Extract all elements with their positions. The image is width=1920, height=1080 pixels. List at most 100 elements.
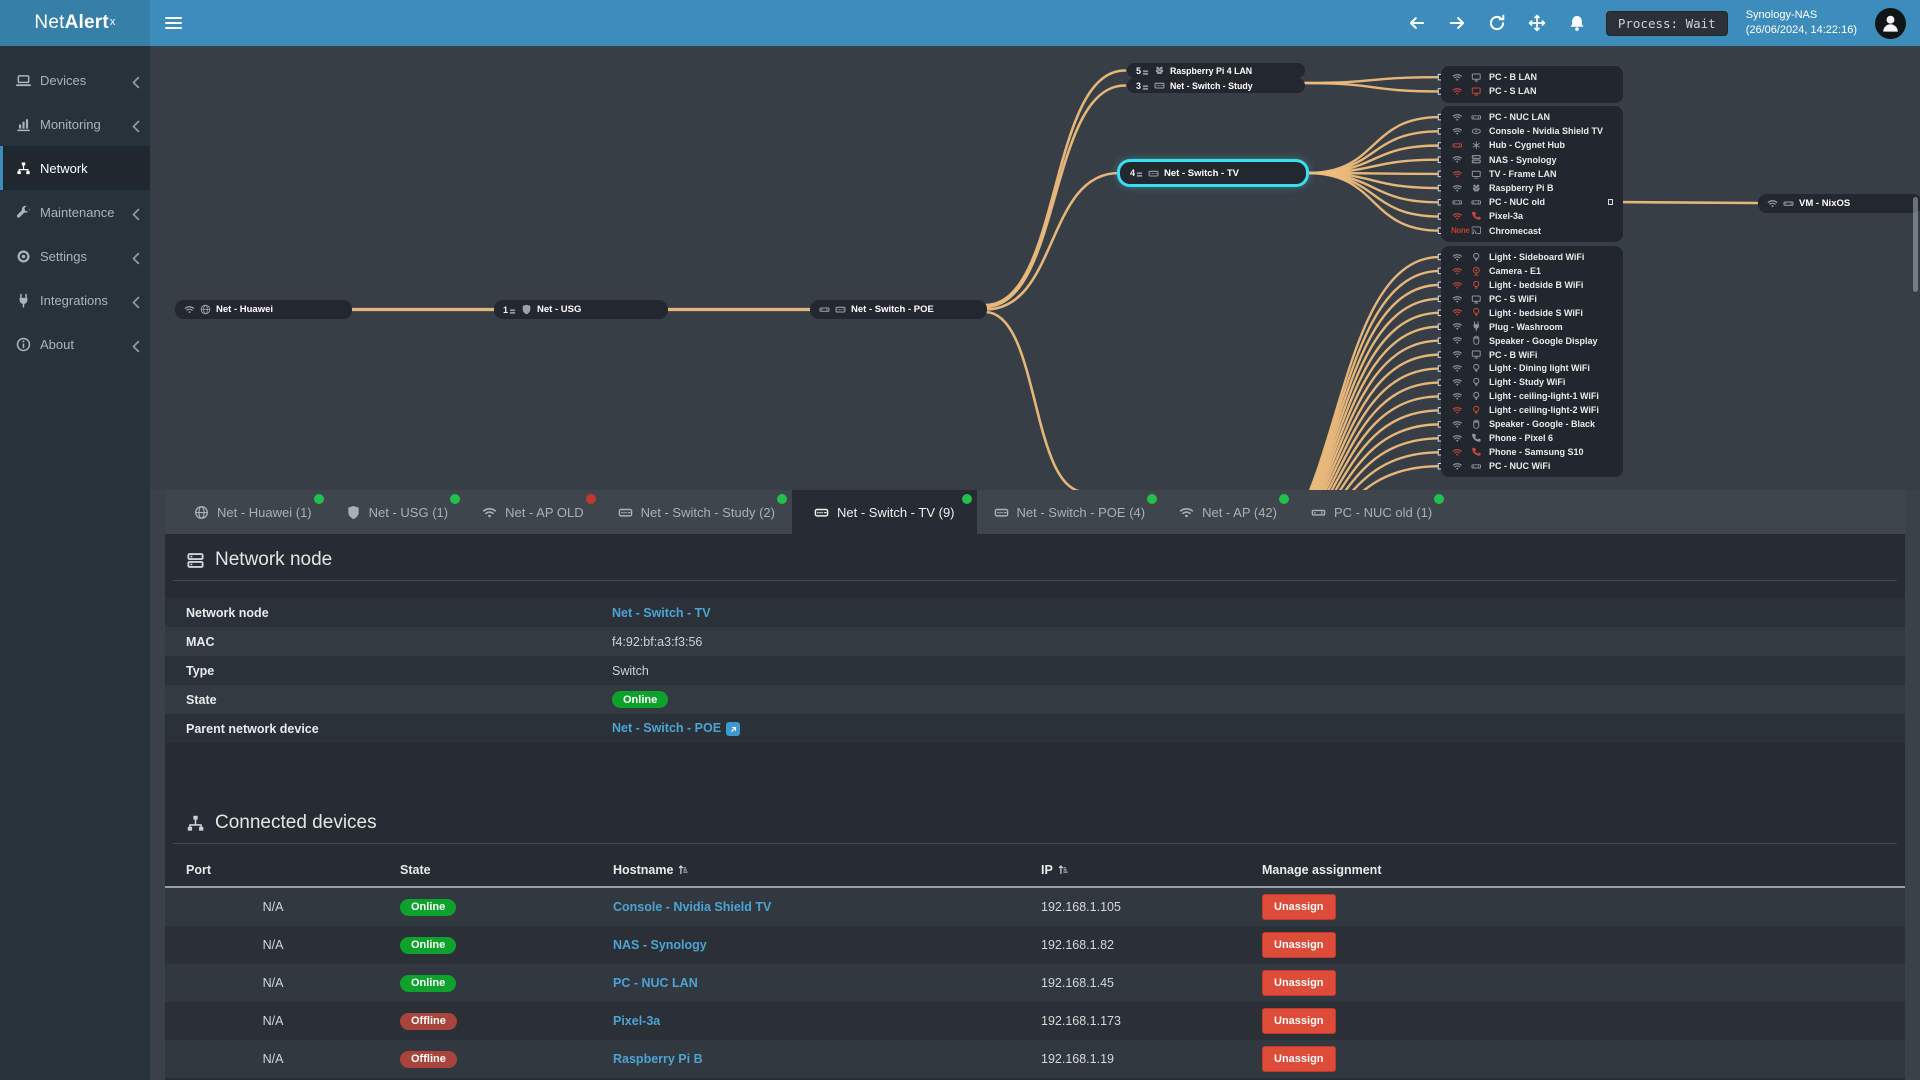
device-node-hub-cygnet-hub[interactable]: Hub - Cygnet Hub bbox=[1441, 138, 1623, 152]
unassign-button[interactable]: Unassign bbox=[1262, 1046, 1336, 1072]
sidebar-item-about[interactable]: About bbox=[0, 322, 150, 366]
monitor-icon bbox=[1470, 72, 1483, 83]
main-content: Net - Huawei 1 Net - USG Net - Switch - POE… bbox=[150, 46, 1920, 1080]
device-node-raspberry-pi-b[interactable]: Raspberry Pi B bbox=[1441, 181, 1623, 195]
device-node-pc-b-lan[interactable]: PC - B LAN bbox=[1441, 70, 1623, 84]
device-node-pc-b-wifi[interactable]: PC - B WiFi bbox=[1441, 348, 1623, 362]
topology-node-rpi4[interactable]: 5 Raspberry Pi 4 LAN bbox=[1127, 63, 1305, 78]
node-link[interactable]: Net - Switch - TV bbox=[612, 606, 711, 620]
device-node-pixel-3a[interactable]: Pixel-3a bbox=[1441, 209, 1623, 223]
topology-node-usg[interactable]: 1 Net - USG bbox=[494, 300, 668, 319]
hostname-link[interactable]: Pixel-3a bbox=[613, 1014, 660, 1028]
move-pan-icon[interactable] bbox=[1526, 12, 1548, 34]
cell-ip: 192.168.1.45 bbox=[1041, 976, 1114, 990]
detail-row-parent-network-device: Parent network device Net - Switch - POE bbox=[165, 714, 1905, 743]
device-node-light-dining-light-wifi[interactable]: Light - Dining light WiFi bbox=[1441, 362, 1623, 376]
sidebar-item-settings[interactable]: Settings bbox=[0, 234, 150, 278]
sidebar-item-devices[interactable]: Devices bbox=[0, 58, 150, 102]
device-node-pc-nuc-lan[interactable]: PC - NUC LAN bbox=[1441, 110, 1623, 124]
detail-value: Net - Switch - TV bbox=[612, 606, 1905, 620]
device-node-pc-s-wifi[interactable]: PC - S WiFi bbox=[1441, 292, 1623, 306]
tab-net-ap-old[interactable]: Net - AP OLD bbox=[465, 490, 601, 534]
sidebar-item-integrations[interactable]: Integrations bbox=[0, 278, 150, 322]
unassign-button[interactable]: Unassign bbox=[1262, 1008, 1336, 1034]
device-node-pc-nuc-wifi[interactable]: PC - NUC WiFi bbox=[1441, 459, 1623, 473]
device-name: Light - bedside B WiFi bbox=[1489, 279, 1584, 290]
hostname-link[interactable]: PC - NUC LAN bbox=[613, 976, 698, 990]
eth-icon bbox=[1451, 197, 1464, 208]
device-node-speaker-google-black[interactable]: Speaker - Google - Black bbox=[1441, 417, 1623, 431]
refresh-icon[interactable] bbox=[1486, 12, 1508, 34]
column-header-label: IP bbox=[1041, 863, 1053, 877]
cell-manage: Unassign bbox=[1262, 970, 1905, 996]
topology-node-poe[interactable]: Net - Switch - POE bbox=[810, 300, 987, 319]
device-node-light-ceiling-light-2-wifi[interactable]: Light - ceiling-light-2 WiFi bbox=[1441, 403, 1623, 417]
top-navbar: Net Alert x Process: Wait Synology-NAS (26… bbox=[0, 0, 1920, 46]
device-node-phone-pixel-6[interactable]: Phone - Pixel 6 bbox=[1441, 431, 1623, 445]
tab-pc-nuc-old-1[interactable]: PC - NUC old (1) bbox=[1294, 490, 1449, 534]
tab-net-usg-1[interactable]: Net - USG (1) bbox=[329, 490, 465, 534]
detail-row-mac: MAC f4:92:bf:a3:f3:56 bbox=[165, 627, 1905, 656]
sidebar-item-network[interactable]: Network bbox=[0, 146, 150, 190]
device-node-plug-washroom[interactable]: Plug - Washroom bbox=[1441, 320, 1623, 334]
diagram-scrollbar-thumb[interactable] bbox=[1913, 197, 1918, 292]
tab-net-switch-tv-9[interactable]: Net - Switch - TV (9) bbox=[792, 490, 977, 534]
tab-net-ap-42[interactable]: Net - AP (42) bbox=[1162, 490, 1294, 534]
hostname-link[interactable]: Raspberry Pi B bbox=[613, 1052, 703, 1066]
column-header-state: State bbox=[400, 863, 613, 877]
nav-forward-icon[interactable] bbox=[1446, 12, 1468, 34]
tab-net-huawei-1[interactable]: Net - Huawei (1) bbox=[177, 490, 329, 534]
hostname-link[interactable]: NAS - Synology bbox=[613, 938, 707, 952]
node-label: VM - NixOS bbox=[1799, 198, 1851, 209]
column-header-hostname[interactable]: Hostname bbox=[613, 863, 1041, 877]
connected-title: Connected devices bbox=[215, 812, 377, 833]
sidebar-item-monitoring[interactable]: Monitoring bbox=[0, 102, 150, 146]
device-node-light-bedside-s-wifi[interactable]: Light - bedside S WiFi bbox=[1441, 306, 1623, 320]
unassign-button[interactable]: Unassign bbox=[1262, 970, 1336, 996]
device-node-light-sideboard-wifi[interactable]: Light - Sideboard WiFi bbox=[1441, 250, 1623, 264]
device-name: Hub - Cygnet Hub bbox=[1489, 140, 1565, 151]
device-node-chromecast[interactable]: None Chromecast bbox=[1441, 224, 1623, 238]
notifications-bell-icon[interactable] bbox=[1566, 12, 1588, 34]
sidebar-item-maintenance[interactable]: Maintenance bbox=[0, 190, 150, 234]
tab-net-switch-poe-4[interactable]: Net - Switch - POE (4) bbox=[977, 490, 1163, 534]
topology-node-tv[interactable]: 4 Net - Switch - TV bbox=[1121, 163, 1305, 183]
tab-label: Net - USG (1) bbox=[368, 504, 449, 520]
topology-node-huawei[interactable]: Net - Huawei bbox=[175, 300, 352, 319]
wifi-icon bbox=[1179, 505, 1194, 520]
device-node-speaker-google-display[interactable]: Speaker - Google Display bbox=[1441, 334, 1623, 348]
device-name: Plug - Washroom bbox=[1489, 321, 1563, 332]
topology-node-study[interactable]: 3 Net - Switch - Study bbox=[1127, 78, 1305, 93]
sidebar-toggle-button[interactable] bbox=[150, 0, 196, 46]
device-node-light-bedside-b-wifi[interactable]: Light - bedside B WiFi bbox=[1441, 278, 1623, 292]
external-link-icon[interactable] bbox=[726, 722, 741, 737]
tab-net-switch-study-2[interactable]: Net - Switch - Study (2) bbox=[601, 490, 792, 534]
connected-devices-heading: Connected devices bbox=[165, 797, 1905, 843]
topology-node-vm[interactable]: VM - NixOS bbox=[1758, 194, 1920, 213]
network-topology-diagram[interactable]: Net - Huawei 1 Net - USG Net - Switch - POE… bbox=[150, 46, 1920, 490]
unassign-button[interactable]: Unassign bbox=[1262, 932, 1336, 958]
hostname-link[interactable]: Console - Nvidia Shield TV bbox=[613, 900, 771, 914]
wifi-icon bbox=[1767, 198, 1778, 209]
app-logo[interactable]: Net Alert x bbox=[0, 0, 150, 46]
device-node-pc-nuc-old[interactable]: PC - NUC old bbox=[1441, 195, 1623, 209]
unassign-button[interactable]: Unassign bbox=[1262, 894, 1336, 920]
device-node-tv-frame-lan[interactable]: TV - Frame LAN bbox=[1441, 167, 1623, 181]
plug-icon bbox=[16, 293, 31, 308]
column-header-ip[interactable]: IP bbox=[1041, 863, 1262, 877]
device-node-light-ceiling-light-1-wifi[interactable]: Light - ceiling-light-1 WiFi bbox=[1441, 389, 1623, 403]
device-node-light-study-wifi[interactable]: Light - Study WiFi bbox=[1441, 375, 1623, 389]
user-avatar[interactable] bbox=[1875, 7, 1906, 39]
device-node-nas-synology[interactable]: NAS - Synology bbox=[1441, 153, 1623, 167]
eth-icon bbox=[819, 304, 830, 315]
device-node-camera-e1[interactable]: Camera - E1 bbox=[1441, 264, 1623, 278]
device-node-phone-samsung-s10[interactable]: Phone - Samsung S10 bbox=[1441, 445, 1623, 459]
device-node-console-nvidia-shield-tv[interactable]: Console - Nvidia Shield TV bbox=[1441, 124, 1623, 138]
device-name: Light - ceiling-light-2 WiFi bbox=[1489, 405, 1599, 416]
nav-back-icon[interactable] bbox=[1406, 12, 1428, 34]
node-label: Net - Switch - Study bbox=[1170, 80, 1253, 91]
device-node-pc-s-lan[interactable]: PC - S LAN bbox=[1441, 84, 1623, 98]
node-link[interactable]: Net - Switch - POE bbox=[612, 721, 721, 735]
device-name: Light - ceiling-light-1 WiFi bbox=[1489, 391, 1599, 402]
column-header-label: Manage assignment bbox=[1262, 863, 1382, 877]
